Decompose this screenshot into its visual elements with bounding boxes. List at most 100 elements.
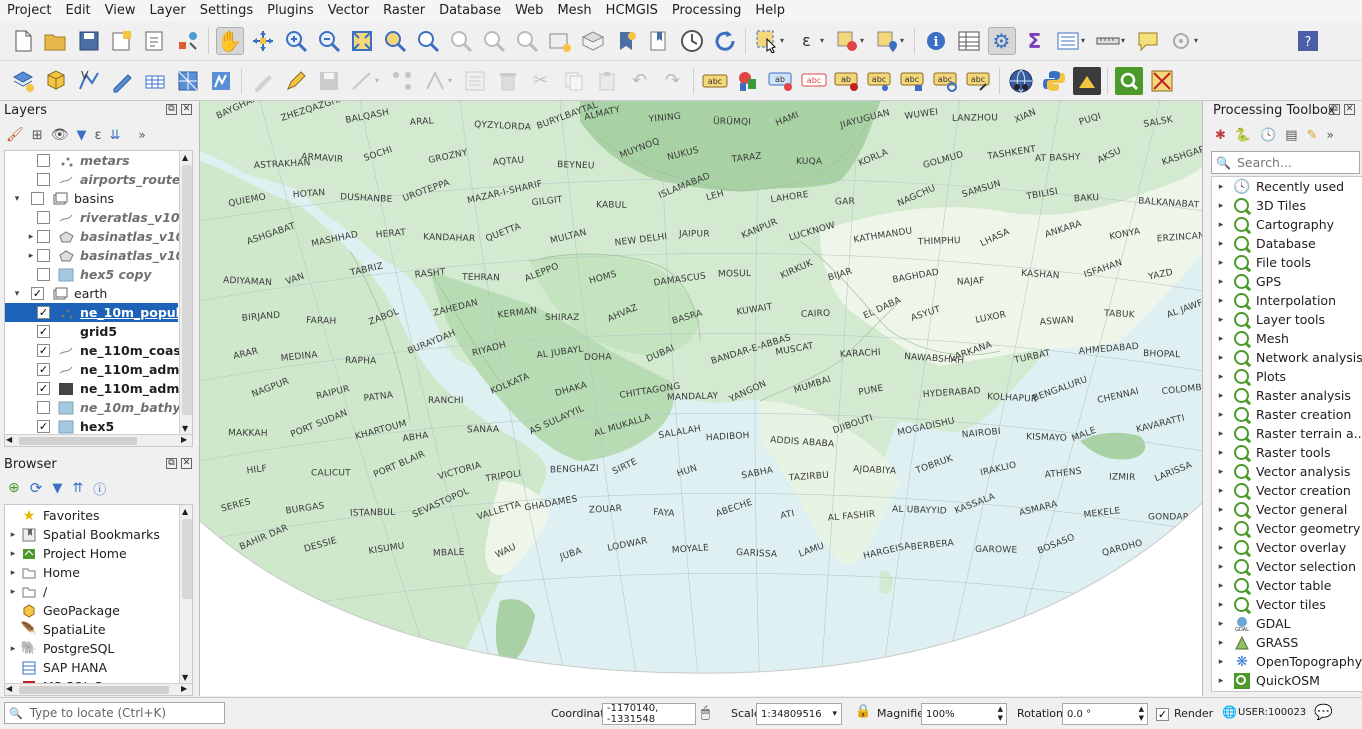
- locator-search-input[interactable]: 🔍 Type to locate (Ctrl+K): [4, 702, 225, 724]
- toolbox-provider[interactable]: ▸ File tools: [1212, 253, 1362, 272]
- expand-arrow-icon[interactable]: ▸: [1215, 239, 1227, 249]
- menu-layer[interactable]: Layer: [143, 0, 193, 21]
- browser-item[interactable]: GeoPackage: [5, 601, 178, 620]
- expand-arrow-icon[interactable]: ▸: [1215, 429, 1227, 439]
- close-panel-icon[interactable]: ✕: [181, 458, 192, 469]
- expand-arrow-icon[interactable]: ▸: [1215, 619, 1227, 629]
- new-project-icon[interactable]: [9, 27, 37, 55]
- menu-plugins[interactable]: Plugins: [260, 0, 321, 21]
- select-by-expression-icon[interactable]: ε: [793, 27, 821, 55]
- zoom-out-icon[interactable]: [315, 27, 343, 55]
- refresh-icon[interactable]: [711, 27, 739, 55]
- toolbox-provider[interactable]: ▸ Vector general: [1212, 500, 1362, 519]
- identify-features-icon[interactable]: i: [922, 27, 950, 55]
- expand-arrow-icon[interactable]: ▸: [7, 530, 19, 540]
- cut-features-icon[interactable]: ✂: [527, 67, 555, 95]
- add-selected-layers-icon[interactable]: ⊕: [8, 480, 20, 496]
- toolbox-provider[interactable]: ▸ GDAL GDAL: [1212, 614, 1362, 633]
- menu-database[interactable]: Database: [432, 0, 508, 21]
- layer-row[interactable]: hex5 copy: [5, 265, 178, 284]
- browser-horizontal-scrollbar[interactable]: ◀ ▶: [5, 683, 192, 695]
- toolbox-provider[interactable]: ▸ QuickOSM: [1212, 671, 1362, 690]
- undo-icon[interactable]: ↶: [626, 67, 654, 95]
- crs-globe-icon[interactable]: 🌐: [1222, 705, 1237, 719]
- toolbox-provider[interactable]: ▸ Raster creation: [1212, 405, 1362, 424]
- layer-visibility-checkbox[interactable]: ✓: [37, 420, 50, 433]
- menu-mesh[interactable]: Mesh: [550, 0, 598, 21]
- show-bookmarks-icon[interactable]: [645, 27, 673, 55]
- zoom-to-selection-icon[interactable]: [381, 27, 409, 55]
- scroll-up-icon[interactable]: ▲: [182, 153, 188, 162]
- lock-scale-icon[interactable]: 🔒: [855, 704, 871, 719]
- open-project-icon[interactable]: [42, 27, 70, 55]
- qgis-plugin-icon[interactable]: [1072, 66, 1101, 95]
- close-panel-icon[interactable]: ✕: [1344, 104, 1355, 115]
- toolbox-provider[interactable]: ▸ Cartography: [1212, 215, 1362, 234]
- expand-arrow-icon[interactable]: ▸: [1215, 391, 1227, 401]
- float-panel-icon[interactable]: ⧉: [166, 104, 177, 115]
- collapse-all-icon[interactable]: »: [138, 128, 145, 142]
- expand-arrow-icon[interactable]: ▸: [1215, 315, 1227, 325]
- toolbox-provider[interactable]: ▸ 3D Tiles: [1212, 196, 1362, 215]
- diagram-options-icon[interactable]: [734, 67, 762, 95]
- expand-arrow-icon[interactable]: ▸: [1215, 600, 1227, 610]
- layers-scroll-thumb[interactable]: [182, 165, 192, 415]
- layer-labeling-options-icon[interactable]: abc: [701, 67, 729, 95]
- temporal-controller-icon[interactable]: [678, 27, 706, 55]
- layer-row[interactable]: airports_routes: [5, 170, 188, 189]
- layer-visibility-checkbox[interactable]: ✓: [37, 382, 50, 395]
- expand-arrow-icon[interactable]: ▸: [1215, 296, 1227, 306]
- select-expression-dropdown-icon[interactable]: ▾: [820, 36, 828, 45]
- expand-arrow-icon[interactable]: ▸: [1215, 182, 1227, 192]
- hcmgis-plugin-icon[interactable]: [1148, 67, 1176, 95]
- menu-vector[interactable]: Vector: [321, 0, 376, 21]
- layers-horizontal-scrollbar[interactable]: ◀ ▶: [5, 434, 192, 446]
- browser-item[interactable]: ▸ Home: [5, 563, 178, 582]
- layer-row[interactable]: riveratlas_v10_si: [5, 208, 192, 227]
- pin-labels-icon[interactable]: abc: [800, 67, 828, 95]
- render-checkbox[interactable]: ✓: [1156, 708, 1169, 721]
- scroll-left-icon[interactable]: ◀: [6, 435, 12, 444]
- expand-arrow-icon[interactable]: ▸: [1215, 581, 1227, 591]
- modify-attributes-icon[interactable]: [461, 67, 489, 95]
- expand-arrow-icon[interactable]: ▸: [7, 549, 19, 559]
- layer-row[interactable]: ✓ ne_110m_admin: [5, 379, 192, 398]
- menu-help[interactable]: Help: [748, 0, 792, 21]
- toolbox-provider[interactable]: ▸ ❋ OpenTopography: [1212, 652, 1362, 671]
- highlight-pinned-labels-icon[interactable]: ab: [767, 67, 795, 95]
- map-canvas[interactable]: BAYGHANINZHEZQAZGHANBALQASHARALQYZYLORDA…: [199, 101, 1203, 696]
- select-features-icon[interactable]: [753, 27, 781, 55]
- python-console-icon[interactable]: [1040, 67, 1068, 95]
- new-print-layout-icon[interactable]: [108, 27, 136, 55]
- map-tips-icon[interactable]: [1134, 27, 1162, 55]
- expand-arrow-icon[interactable]: ▸: [7, 587, 19, 597]
- deselect-dropdown-icon[interactable]: ▾: [860, 36, 868, 45]
- expand-arrow-icon[interactable]: ▸: [7, 644, 19, 654]
- menu-web[interactable]: Web: [508, 0, 550, 21]
- browser-item[interactable]: ★ Favorites: [5, 506, 178, 525]
- rotation-spinbox[interactable]: 0.0 ° ▲ ▼: [1062, 703, 1148, 725]
- scroll-right-icon[interactable]: ▶: [181, 435, 187, 444]
- expand-all-icon[interactable]: ⇊: [110, 128, 121, 143]
- help-icon[interactable]: ?: [1294, 27, 1322, 55]
- new-temporary-layer-icon[interactable]: [108, 67, 136, 95]
- float-panel-icon[interactable]: ⧉: [1329, 104, 1340, 115]
- measure-dropdown-icon[interactable]: ▾: [1121, 36, 1129, 45]
- digitize-dropdown-icon[interactable]: ▾: [375, 76, 383, 85]
- refresh-browser-icon[interactable]: ⟳: [30, 479, 43, 497]
- layer-row[interactable]: ✓ ne_10m_popula: [5, 303, 188, 322]
- layer-styling-icon[interactable]: 🖌: [6, 127, 24, 143]
- measure-line-icon[interactable]: [1094, 27, 1122, 55]
- copy-features-icon[interactable]: [560, 67, 588, 95]
- toolbox-provider[interactable]: ▸ 🕓 Recently used: [1212, 177, 1362, 196]
- layer-row[interactable]: ne_10m_bathym: [5, 398, 192, 417]
- style-manager-icon[interactable]: [174, 27, 202, 55]
- change-label-icon[interactable]: abc: [932, 67, 960, 95]
- layer-row[interactable]: metars: [5, 151, 178, 170]
- zoom-to-layer-icon[interactable]: [414, 27, 442, 55]
- manage-themes-icon[interactable]: 👁: [51, 127, 69, 143]
- toolbox-more-icon[interactable]: »: [1326, 128, 1333, 142]
- layer-visibility-checkbox[interactable]: [37, 211, 50, 224]
- layer-visibility-checkbox[interactable]: [31, 192, 44, 205]
- browser-hscroll-thumb[interactable]: [19, 686, 169, 694]
